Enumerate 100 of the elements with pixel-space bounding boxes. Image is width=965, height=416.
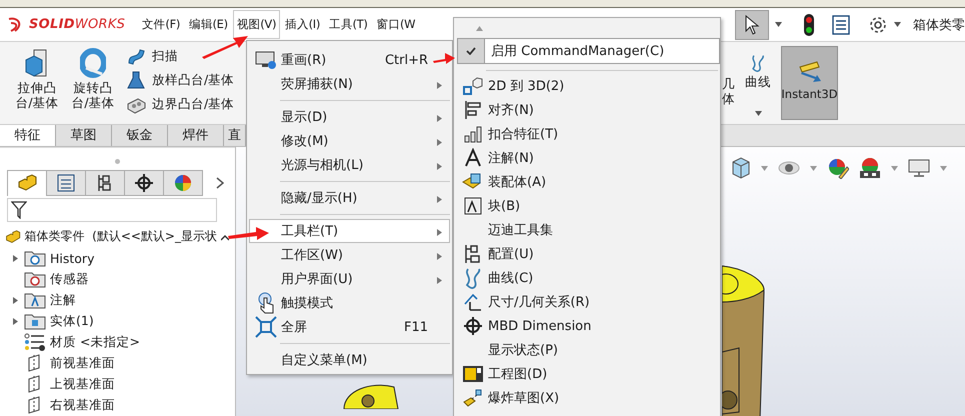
solid-body-folder-icon xyxy=(24,312,46,330)
scroll-up-arrow-icon xyxy=(476,24,483,32)
menu-item[interactable]: 工具栏(T) xyxy=(249,219,450,243)
submenu-arrow-icon xyxy=(436,228,443,236)
menu-item[interactable]: 显示(D) xyxy=(249,105,450,129)
menu-item[interactable]: 文件(F) xyxy=(138,10,184,39)
expand-arrow-icon xyxy=(12,254,18,262)
annotation-arrow xyxy=(433,51,456,67)
part-icon xyxy=(5,228,21,246)
ribbon-button[interactable]: 放样凸台/基体 xyxy=(152,72,234,88)
menu-item[interactable]: 视图(V) xyxy=(232,10,280,39)
menu-item[interactable]: 显示状态(P) xyxy=(456,338,718,362)
submenu-arrow-icon xyxy=(436,162,443,170)
tree-item[interactable]: 实体(1) xyxy=(50,312,94,330)
crosshair-icon xyxy=(134,174,154,192)
annotation-arrow xyxy=(200,33,250,59)
submenu-arrow-icon xyxy=(436,114,443,122)
ribbon-button[interactable]: 边界凸台/基体 xyxy=(152,96,234,112)
menu-item[interactable]: 注解(N) xyxy=(456,146,718,170)
command-tab[interactable]: 草图 xyxy=(56,125,112,146)
panel-tab[interactable] xyxy=(46,170,86,196)
select-button[interactable] xyxy=(735,10,769,40)
menu-item[interactable]: 工作区(W) xyxy=(249,243,450,267)
menu-item[interactable]: 重画(R) Ctrl+R xyxy=(249,48,430,72)
panel-tab[interactable] xyxy=(7,170,47,196)
align-icon xyxy=(462,100,482,120)
command-tab[interactable]: 直 xyxy=(224,125,246,146)
menu-item[interactable]: 块(B) xyxy=(456,194,718,218)
command-tab[interactable]: 特征 xyxy=(0,125,56,146)
color-ball-icon xyxy=(173,174,193,192)
configuration-icon xyxy=(462,244,482,264)
menu-item[interactable]: 配置(U) xyxy=(456,242,718,266)
cursor-icon xyxy=(744,14,760,34)
collapse-caret-icon xyxy=(221,235,229,242)
dropdown-caret-icon xyxy=(810,164,817,172)
menu-item[interactable]: 迈迪工具集 xyxy=(456,218,718,242)
menu-item[interactable]: 曲线(C) xyxy=(456,266,718,290)
splitter-handle[interactable] xyxy=(115,159,120,164)
tree-item[interactable]: 右视基准面 xyxy=(50,396,115,414)
ribbon-button[interactable]: 扫描 xyxy=(152,48,178,64)
menu-item[interactable]: 启用 CommandManager(C) xyxy=(457,38,720,64)
ruler-arrow-icon xyxy=(796,61,822,83)
expand-arrow-icon xyxy=(12,296,18,304)
history-folder-icon xyxy=(24,249,46,268)
sensor-folder-icon xyxy=(24,270,46,288)
menu-item[interactable]: 工程图(D) xyxy=(456,362,718,386)
command-tab[interactable]: 焊件 xyxy=(168,125,224,146)
tree-item[interactable]: 传感器 xyxy=(50,270,89,288)
menu-item[interactable]: 尺寸/几何关系(R) xyxy=(456,290,718,314)
tree-item[interactable]: 材质 <未指定> xyxy=(50,334,140,351)
tree-item[interactable]: 前视基准面 xyxy=(50,354,115,372)
menu-item[interactable]: 修改(M) xyxy=(249,129,450,153)
menu-item[interactable]: 触摸模式 xyxy=(249,291,450,315)
instant3d-button[interactable]: Instant3D xyxy=(781,46,838,120)
dropdown-caret-icon xyxy=(891,164,898,172)
menu-item[interactable]: 扣合特征(T) xyxy=(456,122,718,146)
dropdown-caret-icon xyxy=(894,21,901,28)
ribbon-button[interactable]: 拉伸凸台/基体 xyxy=(13,80,61,110)
caret-icon xyxy=(754,110,762,117)
settings-icon xyxy=(868,14,888,34)
tree-item[interactable]: 注解 xyxy=(50,292,76,309)
menu-item[interactable]: 插入(I) xyxy=(281,10,324,39)
menu-item[interactable]: 装配体(A) xyxy=(456,170,718,194)
menu-item[interactable]: 窗口(W xyxy=(372,10,420,39)
tree-item[interactable]: History xyxy=(50,250,94,266)
menu-item[interactable]: 光源与相机(L) xyxy=(249,153,450,177)
edit-appearance-icon xyxy=(827,157,849,179)
dropdown-caret-icon xyxy=(775,21,782,28)
menu-item[interactable]: 编辑(E) xyxy=(185,10,232,39)
menu-item[interactable]: 荧屏捕获(N) xyxy=(249,72,450,96)
menu-item[interactable]: 自定义菜单(M) xyxy=(249,348,450,372)
command-tab[interactable]: 钣金 xyxy=(112,125,168,146)
expand-arrow-icon xyxy=(12,318,18,325)
menu-item[interactable]: 2D 到 3D(2) xyxy=(456,74,718,98)
panel-tab[interactable] xyxy=(85,170,125,196)
menu-item[interactable]: 全屏 F11 xyxy=(249,315,450,339)
ribbon-button[interactable]: 几体 xyxy=(722,76,735,120)
tree-item[interactable]: 上视基准面 xyxy=(50,376,115,393)
revolve-icon xyxy=(80,48,106,78)
panel-tab[interactable] xyxy=(124,170,164,196)
menu-item[interactable]: 工具(T) xyxy=(325,10,372,39)
menu-item[interactable]: 隐藏/显示(H) xyxy=(249,186,450,210)
menu-item[interactable]: 爆炸草图(X) xyxy=(456,386,718,410)
filter-field[interactable] xyxy=(7,198,217,222)
hand-icon xyxy=(256,292,276,314)
dropdown-caret-icon xyxy=(761,164,768,172)
view-cube-icon xyxy=(731,157,751,179)
ribbon-button[interactable]: 曲线 xyxy=(745,74,771,91)
annotation-folder-icon xyxy=(24,291,46,310)
tree-root[interactable]: 箱体类零件 (默认<<默认>_显示状 xyxy=(24,228,217,246)
annotation-arrow xyxy=(228,226,270,242)
document-title: 箱体类零 xyxy=(913,16,965,34)
submenu-arrow-icon xyxy=(436,252,443,260)
menu-item[interactable]: 对齐(N) xyxy=(456,98,718,122)
chevron-right-icon xyxy=(216,176,224,189)
ribbon-button[interactable]: 旋转凸台/基体 xyxy=(69,80,117,110)
submenu-arrow-icon xyxy=(436,138,443,146)
material-list-icon xyxy=(24,333,46,352)
menu-item[interactable]: MBD Dimension xyxy=(456,314,718,338)
menu-item[interactable]: 用户界面(U) xyxy=(249,267,450,291)
